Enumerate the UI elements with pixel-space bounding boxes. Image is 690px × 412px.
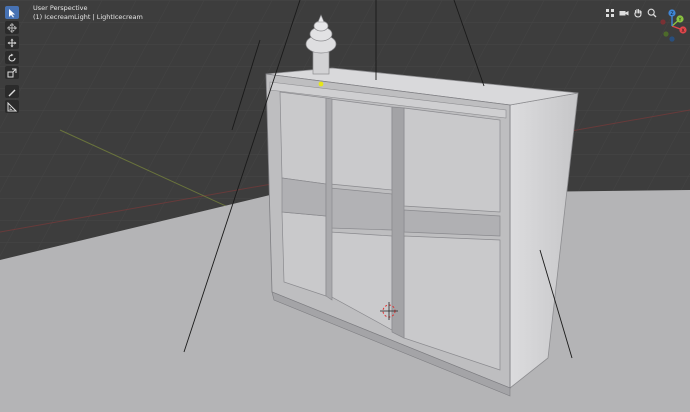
gizmo-z-label: Z — [670, 11, 673, 17]
viewport-mode-label: User Perspective — [33, 4, 88, 12]
move-icon[interactable] — [5, 36, 19, 49]
gizmo-x-label: X — [681, 28, 684, 34]
scene-render — [0, 0, 690, 412]
measure-icon[interactable] — [5, 100, 19, 113]
view-grid-icon[interactable] — [604, 7, 615, 18]
gizmo-y-label: Y — [678, 17, 682, 23]
cursor-3d-icon[interactable] — [5, 21, 19, 34]
3d-viewport[interactable]: User Perspective (1) IcecreamLight | Lig… — [0, 0, 690, 412]
navigation-controls — [604, 7, 657, 18]
light-origin-dot — [318, 81, 324, 87]
annotate-icon[interactable] — [5, 85, 19, 98]
active-object-label: (1) IcecreamLight | LightIcecream — [33, 13, 143, 21]
hand-pan-icon[interactable] — [632, 7, 643, 18]
tool-shelf — [4, 6, 20, 115]
scale-icon[interactable] — [5, 66, 19, 79]
rotate-icon[interactable] — [5, 51, 19, 64]
navigation-gizmo[interactable]: X Y Z — [655, 9, 689, 43]
select-cursor-icon[interactable] — [5, 6, 19, 19]
camera-icon[interactable] — [618, 7, 629, 18]
